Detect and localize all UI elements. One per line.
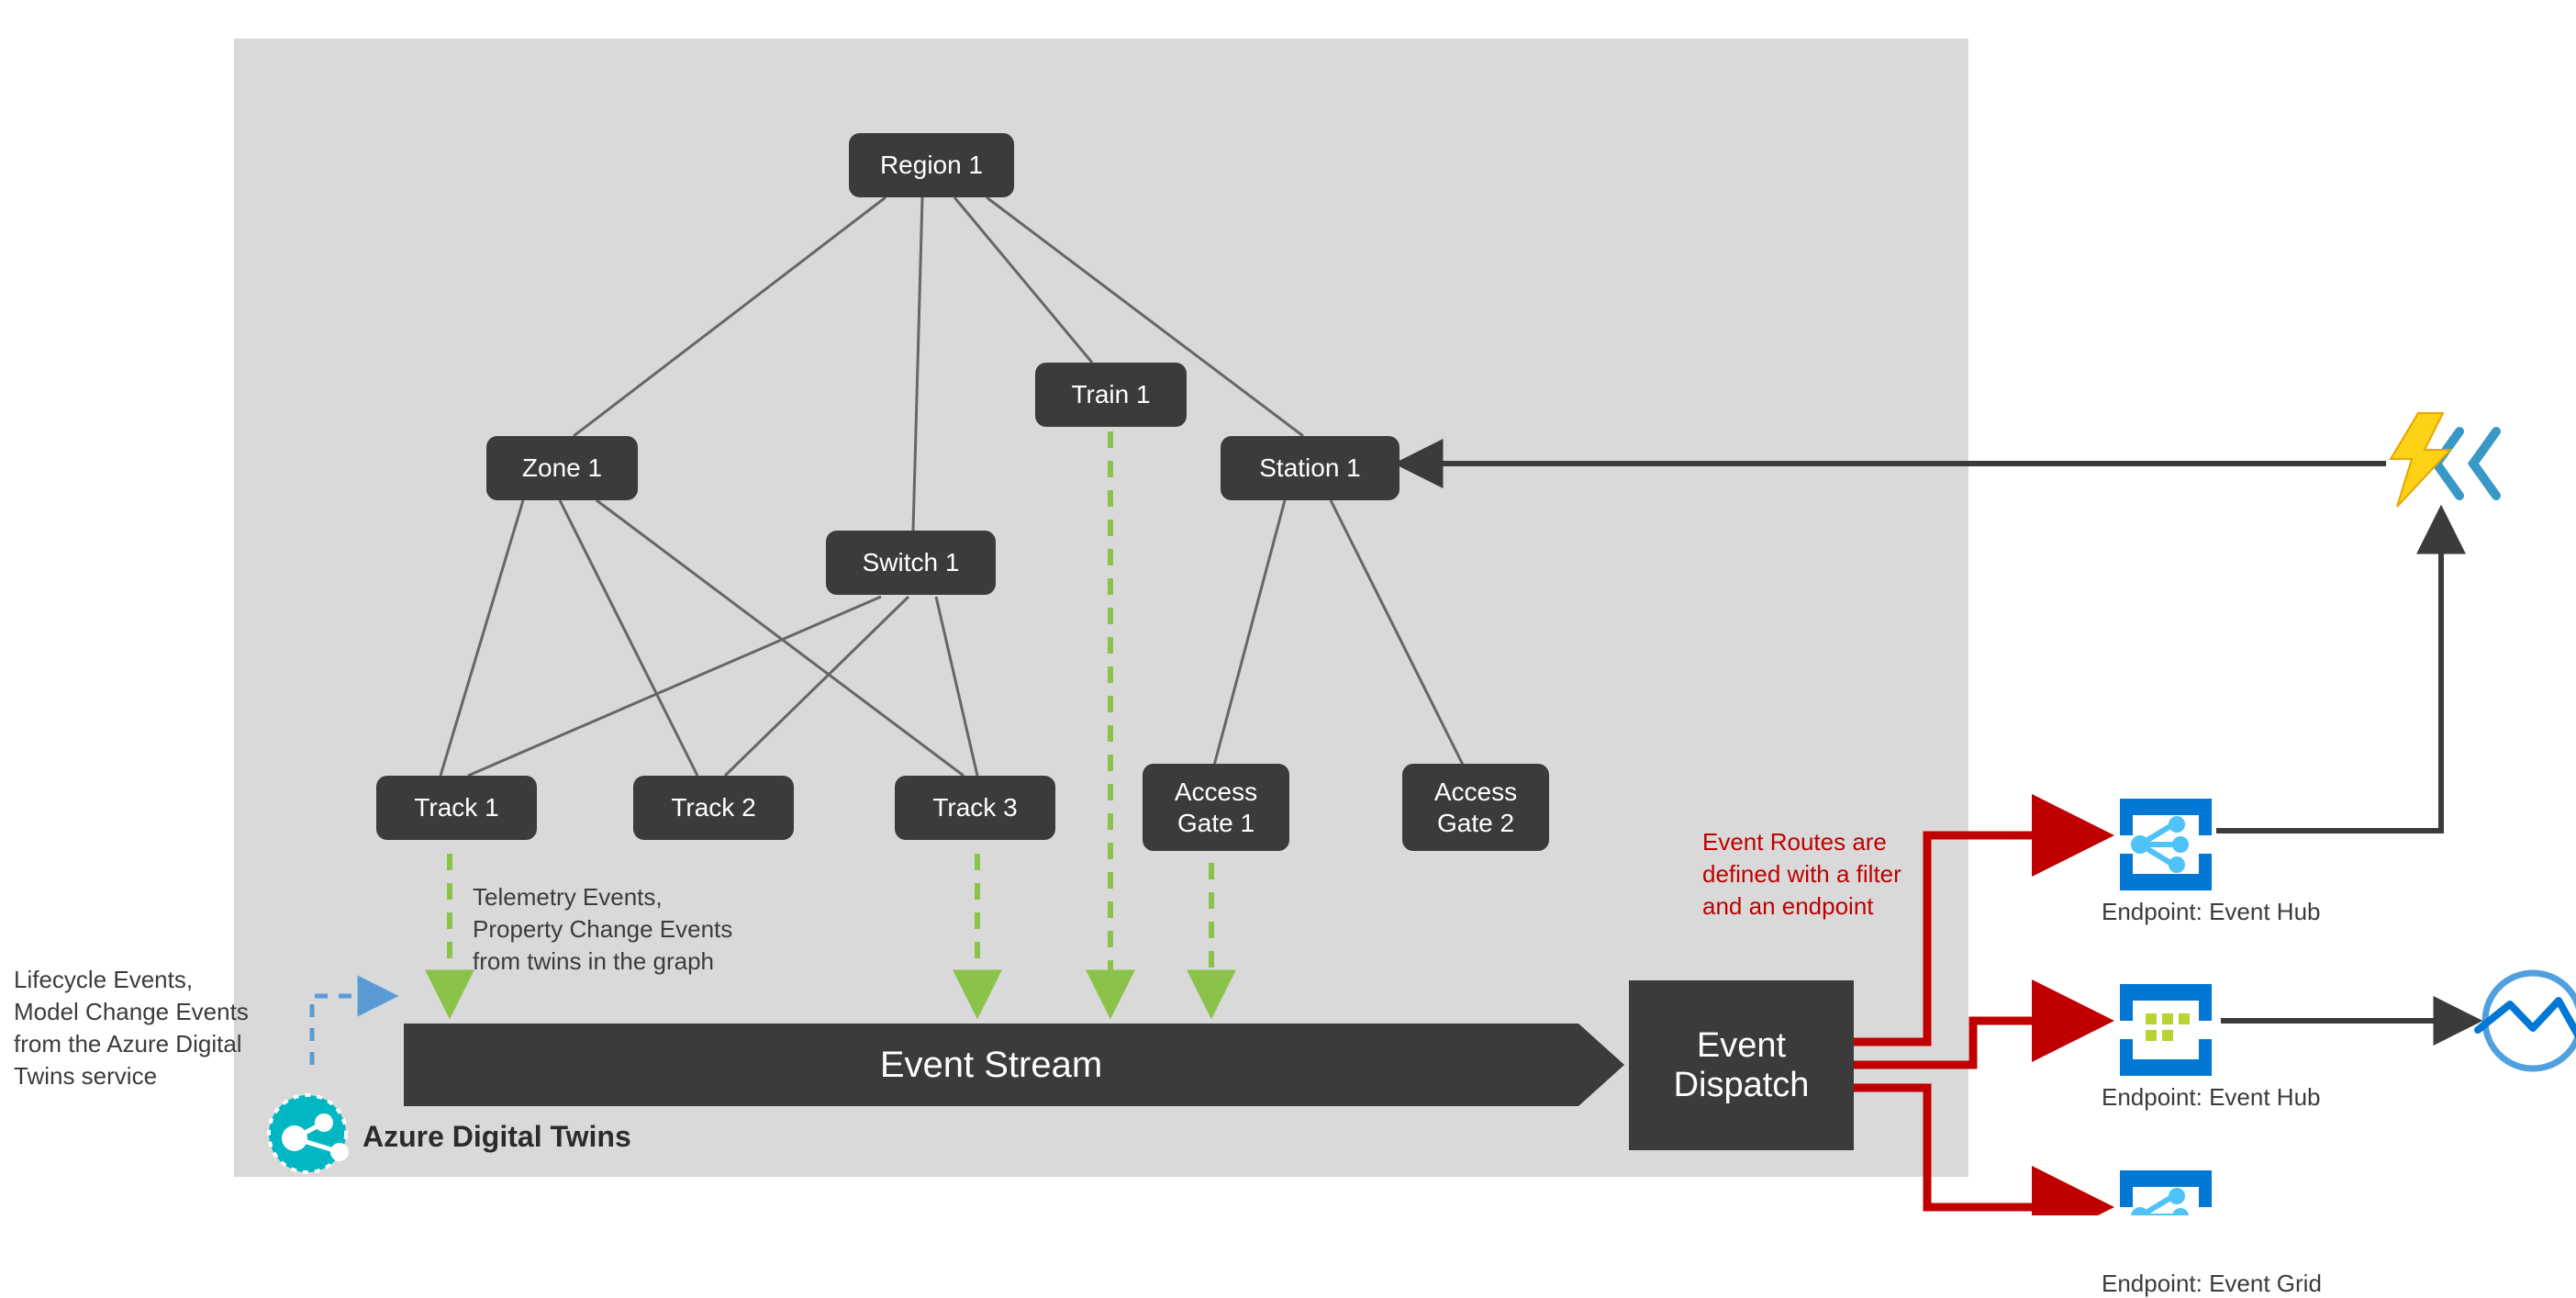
endpoint-eventhub-icon-1 bbox=[2120, 799, 2212, 890]
endpoint-eventhub-icon-2 bbox=[2120, 984, 2212, 1076]
node-gate2: Access Gate 2 bbox=[1402, 764, 1549, 851]
event-dispatch-label: Event Dispatch bbox=[1674, 1026, 1810, 1105]
azure-digital-twins-label: Azure Digital Twins bbox=[362, 1120, 631, 1154]
node-switch1: Switch 1 bbox=[826, 531, 996, 595]
node-label: Switch 1 bbox=[863, 547, 960, 578]
tsi-icon bbox=[2478, 973, 2576, 1069]
event-stream-label: Event Stream bbox=[880, 1045, 1102, 1086]
node-label: Zone 1 bbox=[522, 453, 602, 484]
event-stream-bar: Event Stream bbox=[404, 1024, 1578, 1106]
node-label: Station 1 bbox=[1259, 453, 1361, 484]
node-label: Track 3 bbox=[932, 792, 1017, 823]
event-dispatch-box: Event Dispatch bbox=[1629, 980, 1854, 1150]
node-label: Track 2 bbox=[671, 792, 755, 823]
node-label: Access Gate 1 bbox=[1175, 777, 1257, 838]
annotation-routes: Event Routes are defined with a filter a… bbox=[1702, 826, 1959, 923]
node-gate1: Access Gate 1 bbox=[1143, 764, 1289, 851]
annotation-telemetry: Telemetry Events, Property Change Events… bbox=[473, 881, 785, 978]
endpoint-eventhub-2-label: Endpoint: Event Hub bbox=[2102, 1083, 2321, 1112]
node-train1: Train 1 bbox=[1035, 363, 1187, 427]
azure-functions-icon bbox=[2391, 413, 2496, 507]
node-track2: Track 2 bbox=[633, 776, 794, 840]
node-track1: Track 1 bbox=[376, 776, 537, 840]
node-label: Train 1 bbox=[1071, 379, 1150, 410]
endpoint-eventhub-1-label: Endpoint: Event Hub bbox=[2102, 898, 2321, 926]
node-region1: Region 1 bbox=[849, 133, 1014, 197]
node-track3: Track 3 bbox=[895, 776, 1055, 840]
endpoint-eventgrid-label-real: Endpoint: Event Grid bbox=[2102, 1270, 2322, 1298]
endpoint-eventgrid-icon bbox=[2120, 1170, 2212, 1215]
node-label: Track 1 bbox=[414, 792, 498, 823]
diagram-canvas: Region 1 Zone 1 Train 1 Station 1 Switch… bbox=[0, 0, 2576, 1215]
annotation-lifecycle: Lifecycle Events, Model Change Events fr… bbox=[14, 964, 289, 1092]
node-label: Access Gate 2 bbox=[1434, 777, 1517, 838]
node-label: Region 1 bbox=[880, 150, 983, 181]
node-zone1: Zone 1 bbox=[486, 436, 638, 500]
node-station1: Station 1 bbox=[1221, 436, 1400, 500]
